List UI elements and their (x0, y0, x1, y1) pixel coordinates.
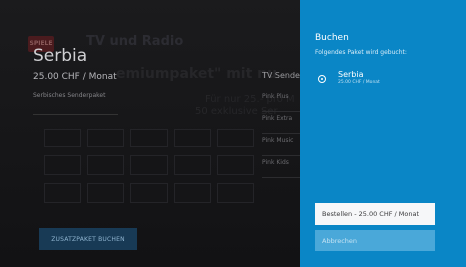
package-description: Serbisches Senderpaket (33, 92, 106, 99)
option-price: 25.00 CHF / Monat (338, 80, 380, 85)
logo-row (44, 183, 255, 203)
panel-subtitle: Folgendes Paket wird gebucht: (315, 49, 407, 56)
radio-button[interactable] (318, 75, 326, 83)
cancel-button[interactable]: Abbrechen (315, 230, 435, 251)
channel-list-item: Pink Kids (262, 156, 302, 178)
channel-logo (130, 129, 168, 147)
package-title: Serbia (33, 46, 88, 66)
background-ghost-text: emiumpaket" mit nu (116, 66, 278, 82)
channel-logo (44, 129, 82, 147)
radio-selected-dot (321, 78, 323, 80)
option-name: Serbia (338, 70, 364, 79)
channel-logo (216, 183, 255, 203)
channel-logo (130, 155, 168, 175)
divider (33, 114, 118, 115)
background-headline: TV und Radio (86, 34, 184, 49)
channel-list-item: Pink Music (262, 134, 302, 156)
channel-logo (173, 155, 211, 175)
addon-package-button[interactable]: ZUSATZPAKET BUCHEN (39, 228, 137, 250)
logo-row (44, 129, 255, 147)
channel-logo (87, 155, 125, 175)
channel-logo (216, 129, 255, 147)
channel-logo (87, 129, 125, 147)
channel-logo (44, 183, 82, 203)
background-page: SPIELE TV und Radio emiumpaket" mit nu F… (0, 0, 302, 267)
channel-logo (173, 183, 211, 203)
channel-logo (173, 129, 211, 147)
panel-title: Buchen (315, 33, 349, 43)
channel-list-item: Pink Plus (262, 90, 302, 112)
channel-list: Pink Plus Pink Extra Pink Music Pink Kid… (262, 90, 302, 178)
channel-list-item: Pink Extra (262, 112, 302, 134)
channel-list-header: TV Sende (262, 71, 300, 80)
channel-logo (130, 183, 168, 203)
channel-logo (216, 155, 255, 175)
option-text: Serbia 25.00 CHF / Monat (338, 70, 380, 85)
package-option[interactable]: Serbia 25.00 CHF / Monat (318, 70, 380, 85)
screen: SPIELE TV und Radio emiumpaket" mit nu F… (0, 0, 466, 267)
booking-panel: Buchen Folgendes Paket wird gebucht: Ser… (300, 0, 466, 267)
channel-logo (87, 183, 125, 203)
channel-logo (44, 155, 82, 175)
channel-logo-grid (44, 129, 255, 211)
logo-row (44, 155, 255, 175)
package-price: 25.00 CHF / Monat (33, 72, 117, 82)
order-button[interactable]: Bestellen - 25.00 CHF / Monat (315, 203, 435, 225)
